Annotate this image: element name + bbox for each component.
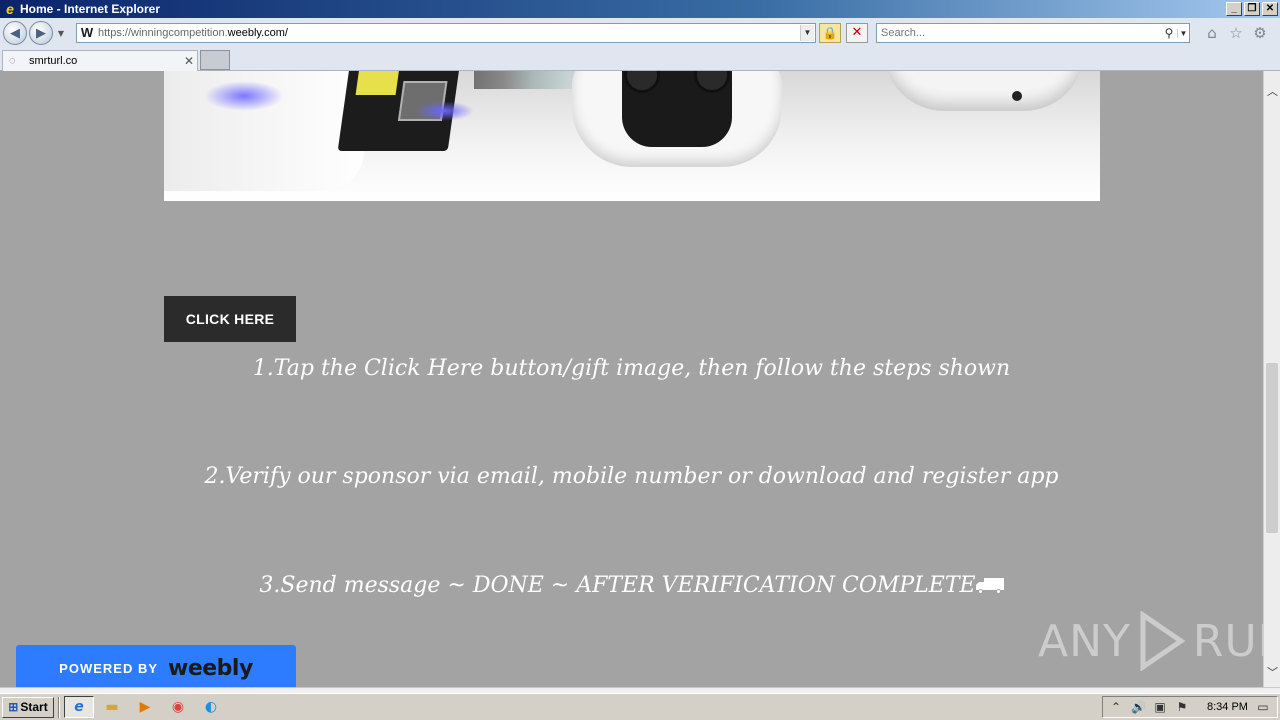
tab-bar: ◌ smrturl.co ✕ xyxy=(0,48,1280,71)
edge-icon: ◐ xyxy=(204,699,218,715)
start-button[interactable]: ⊞ Start xyxy=(2,696,54,718)
volume-icon[interactable]: 🔊 xyxy=(1131,700,1146,714)
new-tab-button[interactable] xyxy=(200,50,230,70)
click-here-button[interactable]: CLICK HERE xyxy=(164,296,296,342)
step-1-text: 1.Tap the Click Here button/gift image, … xyxy=(252,356,1011,381)
search-input[interactable] xyxy=(877,27,1161,39)
search-dropdown-icon[interactable]: ▼ xyxy=(1177,28,1189,38)
forward-arrow-icon: ▶ xyxy=(36,25,46,41)
clock[interactable]: 8:34 PM xyxy=(1207,701,1248,713)
taskbar-internet-explorer[interactable]: e xyxy=(64,696,94,718)
home-icon[interactable]: ⌂ xyxy=(1203,24,1221,42)
vertical-scrollbar[interactable]: ︿ ﹀ xyxy=(1263,71,1280,687)
site-favicon-icon: W xyxy=(80,25,94,40)
search-icon[interactable]: ⚲ xyxy=(1161,26,1177,40)
taskbar: ⊞ Start e ▬ ▶ ◉ ◐ ⌃ 🔊 ▣ ⚑ 8:34 PM ▭ xyxy=(0,693,1280,720)
weebly-logo: weebly xyxy=(168,655,253,681)
address-bar[interactable]: W https://winningcompetition.weebly.com/… xyxy=(76,23,816,43)
history-dropdown-icon[interactable]: ▼ xyxy=(55,29,67,38)
window-title: Home - Internet Explorer xyxy=(20,2,161,16)
stop-icon[interactable]: ✕ xyxy=(846,23,868,43)
scroll-up-icon[interactable]: ︿ xyxy=(1264,83,1280,100)
taskbar-file-explorer[interactable]: ▬ xyxy=(97,696,127,718)
powered-by-label: POWERED BY xyxy=(59,660,159,676)
tab-label: smrturl.co xyxy=(29,55,78,67)
maximize-button[interactable]: ❐ xyxy=(1244,2,1260,16)
tray-expand-icon[interactable]: ⌃ xyxy=(1109,700,1123,714)
window-titlebar: e Home - Internet Explorer _ ❐ ✕ xyxy=(0,0,1280,18)
close-button[interactable]: ✕ xyxy=(1262,2,1278,16)
minimize-button[interactable]: _ xyxy=(1226,2,1242,16)
windows-logo-icon: ⊞ xyxy=(8,700,19,714)
taskbar-edge[interactable]: ◐ xyxy=(196,696,226,718)
navigation-bar: ◀ ▶ ▼ W https://winningcompetition.weebl… xyxy=(0,18,1280,48)
loading-spinner-icon: ◌ xyxy=(9,55,16,67)
scroll-thumb[interactable] xyxy=(1266,363,1278,533)
chrome-icon: ◉ xyxy=(171,699,185,715)
forward-button[interactable]: ▶ xyxy=(29,21,53,45)
action-center-flag-icon[interactable]: ⚑ xyxy=(1175,700,1189,714)
address-url[interactable]: https://winningcompetition.weebly.com/ xyxy=(98,27,800,39)
back-button[interactable]: ◀ xyxy=(3,21,27,45)
media-player-icon: ▶ xyxy=(139,699,151,715)
internet-explorer-icon: e xyxy=(6,1,14,17)
search-box[interactable]: ⚲ ▼ xyxy=(876,23,1190,43)
controller-image-part xyxy=(572,71,782,167)
internet-explorer-icon: e xyxy=(74,699,84,715)
powered-by-weebly-banner[interactable]: POWERED BY weebly xyxy=(16,645,296,687)
step-2-text: 2.Verify our sponsor via email, mobile n… xyxy=(204,464,1059,489)
truck-icon xyxy=(975,576,1004,594)
address-dropdown-icon[interactable]: ▼ xyxy=(800,25,814,41)
headset-image-part xyxy=(884,71,1084,111)
tab-smrturl[interactable]: ◌ smrturl.co ✕ xyxy=(2,50,198,71)
hero-image[interactable] xyxy=(164,71,1100,201)
gear-icon[interactable]: ⚙ xyxy=(1251,24,1269,42)
back-arrow-icon: ◀ xyxy=(10,25,20,41)
taskbar-chrome[interactable]: ◉ xyxy=(163,696,193,718)
anyrun-watermark: ANY RUN xyxy=(1038,611,1263,671)
step-3-line: 3.Send message ~ DONE ~ AFTER VERIFICATI… xyxy=(0,573,1263,598)
network-icon[interactable]: ▣ xyxy=(1153,700,1167,714)
system-tray: ⌃ 🔊 ▣ ⚑ 8:34 PM ▭ xyxy=(1102,696,1278,718)
play-icon xyxy=(1140,611,1186,671)
tab-close-icon[interactable]: ✕ xyxy=(181,54,197,68)
window-controls: _ ❐ ✕ xyxy=(1226,2,1278,16)
toolbar-icons: ⌂ ☆ ⚙ xyxy=(1203,24,1269,42)
folder-icon: ▬ xyxy=(105,699,119,715)
scroll-down-icon[interactable]: ﹀ xyxy=(1264,664,1280,681)
taskbar-media-player[interactable]: ▶ xyxy=(130,696,160,718)
star-icon[interactable]: ☆ xyxy=(1227,24,1245,42)
lock-icon[interactable]: 🔒 xyxy=(819,23,841,43)
show-desktop-icon[interactable]: ▭ xyxy=(1256,700,1270,714)
page-viewport: CLICK HERE 1.Tap the Click Here button/g… xyxy=(0,71,1263,687)
step-3-text: 3.Send message ~ DONE ~ AFTER VERIFICATI… xyxy=(259,573,976,598)
